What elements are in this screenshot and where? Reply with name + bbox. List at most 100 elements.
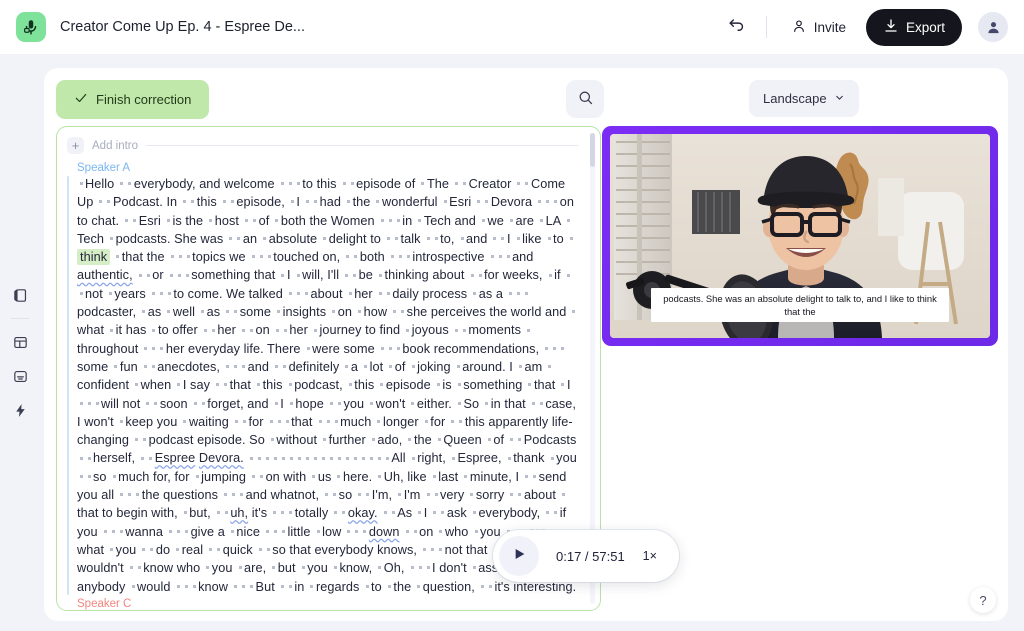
word-separator bbox=[411, 401, 415, 405]
panel-layers-icon[interactable] bbox=[5, 280, 35, 310]
word-separator bbox=[443, 200, 447, 204]
spellcheck-word[interactable]: okay. bbox=[348, 506, 378, 520]
word-separator bbox=[455, 182, 459, 186]
word-separator bbox=[274, 401, 278, 405]
invite-button[interactable]: Invite bbox=[781, 11, 856, 44]
word-separator bbox=[347, 529, 351, 533]
word-separator bbox=[313, 456, 317, 460]
word-separator bbox=[275, 365, 279, 369]
word-separator bbox=[451, 420, 455, 423]
aspect-ratio-dropdown[interactable]: Landscape bbox=[749, 80, 859, 117]
word-separator bbox=[133, 218, 137, 222]
word-separator bbox=[509, 218, 513, 222]
word-separator bbox=[185, 273, 189, 277]
spellcheck-word[interactable]: Devora. bbox=[199, 451, 244, 465]
word-separator bbox=[177, 383, 181, 387]
word-separator bbox=[487, 438, 491, 442]
word-separator bbox=[554, 511, 558, 515]
word-separator bbox=[431, 548, 435, 552]
speaker-label-a[interactable]: Speaker A bbox=[77, 162, 578, 174]
word-separator bbox=[334, 511, 338, 515]
add-intro-plus-icon[interactable]: + bbox=[67, 137, 84, 154]
aspect-ratio-label: Landscape bbox=[763, 91, 827, 106]
lightning-icon[interactable] bbox=[5, 395, 35, 425]
add-intro-row[interactable]: + Add intro bbox=[67, 135, 578, 160]
help-button[interactable]: ? bbox=[970, 587, 996, 613]
word-separator bbox=[417, 584, 421, 588]
word-separator bbox=[410, 566, 414, 570]
word-separator bbox=[114, 365, 118, 369]
word-separator bbox=[518, 438, 522, 442]
word-separator bbox=[99, 200, 103, 204]
word-separator bbox=[395, 237, 399, 241]
word-separator bbox=[242, 328, 245, 332]
word-separator bbox=[216, 511, 220, 515]
word-separator bbox=[314, 200, 318, 204]
spellcheck-word[interactable]: uh, bbox=[230, 506, 248, 520]
export-button[interactable]: Export bbox=[865, 8, 962, 46]
word-separator bbox=[348, 383, 352, 387]
word-separator bbox=[229, 237, 233, 241]
play-button[interactable] bbox=[499, 536, 539, 576]
word-separator bbox=[462, 328, 466, 332]
video-preview-frame[interactable]: podcasts. She was an absolute delight to… bbox=[602, 126, 998, 346]
word-separator bbox=[477, 200, 481, 204]
word-separator bbox=[285, 420, 289, 423]
word-separator bbox=[569, 237, 573, 241]
word-separator bbox=[79, 182, 83, 186]
word-separator bbox=[143, 438, 147, 442]
workspace: Finish correction Landscape + Add intro … bbox=[44, 68, 1008, 621]
layout-grid-icon[interactable] bbox=[5, 327, 35, 357]
word-separator bbox=[337, 456, 341, 460]
word-separator bbox=[245, 218, 249, 222]
word-separator bbox=[149, 456, 153, 460]
user-avatar[interactable] bbox=[978, 12, 1008, 42]
word-separator bbox=[270, 438, 274, 442]
word-separator bbox=[411, 456, 415, 460]
speaker-label-c[interactable]: Speaker C bbox=[77, 598, 578, 610]
word-separator bbox=[226, 365, 230, 369]
search-button[interactable] bbox=[566, 80, 604, 118]
word-separator bbox=[152, 328, 156, 332]
spellcheck-word[interactable]: authentic, bbox=[77, 268, 133, 282]
word-separator bbox=[143, 365, 147, 369]
word-separator bbox=[238, 566, 242, 570]
word-separator bbox=[482, 218, 485, 222]
left-rail bbox=[0, 54, 40, 631]
word-separator bbox=[79, 401, 83, 405]
finish-correction-button[interactable]: Finish correction bbox=[56, 80, 210, 119]
word-separator bbox=[553, 346, 557, 350]
transcript-scrollbar-thumb[interactable] bbox=[590, 133, 595, 167]
word-separator bbox=[345, 456, 349, 460]
word-separator bbox=[337, 474, 341, 478]
word-separator bbox=[333, 566, 337, 570]
word-separator bbox=[176, 584, 180, 588]
word-separator bbox=[353, 273, 357, 277]
rail-divider bbox=[11, 318, 29, 319]
word-separator bbox=[242, 365, 246, 369]
spellcheck-word[interactable]: Espree bbox=[155, 451, 196, 465]
word-separator bbox=[305, 456, 309, 460]
word-separator bbox=[377, 456, 381, 460]
word-separator bbox=[406, 328, 410, 332]
word-separator bbox=[267, 255, 271, 259]
word-separator bbox=[518, 365, 522, 369]
spellcheck-word[interactable]: down bbox=[369, 525, 400, 539]
word-separator bbox=[379, 273, 383, 277]
word-separator bbox=[167, 310, 171, 314]
transcript-paragraph-a[interactable]: Hello everybody, and welcome to this epi… bbox=[67, 175, 578, 596]
word-separator bbox=[318, 420, 322, 423]
captions-icon[interactable] bbox=[5, 361, 35, 391]
playback-speed-button[interactable]: 1× bbox=[643, 549, 657, 563]
playback-time: 0:17 / 57:51 bbox=[556, 548, 625, 564]
word-separator bbox=[485, 200, 489, 204]
highlighted-word[interactable]: think bbox=[77, 249, 111, 266]
word-separator bbox=[330, 401, 333, 405]
word-separator bbox=[485, 401, 489, 405]
word-separator bbox=[385, 456, 389, 460]
word-separator bbox=[398, 255, 402, 259]
word-separator bbox=[216, 383, 220, 387]
word-separator bbox=[460, 237, 464, 241]
undo-button[interactable] bbox=[720, 10, 754, 44]
word-separator bbox=[87, 474, 91, 478]
